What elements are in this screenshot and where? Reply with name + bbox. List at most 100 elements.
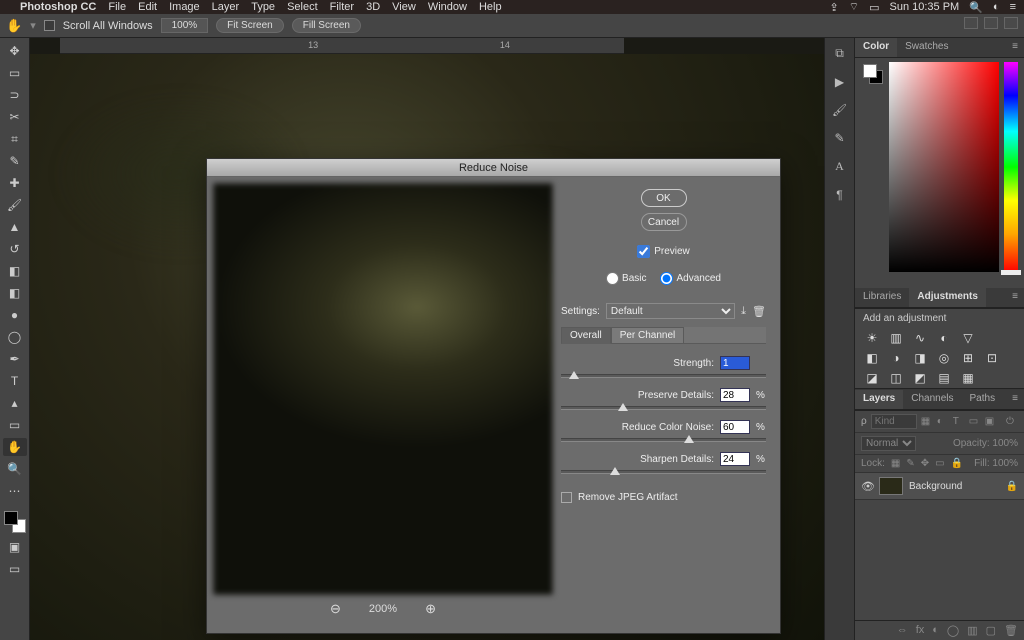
- paragraph-panel-icon[interactable]: ¶: [836, 188, 842, 202]
- blur-tool[interactable]: ●: [3, 306, 27, 324]
- workspace-icon-2[interactable]: [984, 17, 998, 29]
- wifi-icon[interactable]: ⌔: [849, 0, 859, 14]
- eraser-tool[interactable]: ◧: [3, 262, 27, 280]
- fit-screen-button[interactable]: Fit Screen: [216, 18, 284, 33]
- delete-preset-icon[interactable]: 🗑: [752, 305, 766, 318]
- filter-shape-icon[interactable]: ▭: [969, 416, 981, 427]
- adj-threshold-icon[interactable]: ◩: [913, 371, 927, 385]
- zoom-tool[interactable]: 🔍: [3, 460, 27, 478]
- lock-artboard-icon[interactable]: ▭: [935, 458, 944, 469]
- preview-checkbox-row[interactable]: Preview: [561, 245, 766, 258]
- strength-slider[interactable]: [561, 374, 766, 378]
- reduce-color-noise-field[interactable]: [720, 420, 750, 434]
- foreground-background-swatch[interactable]: [3, 510, 27, 534]
- sharpen-details-field[interactable]: [720, 452, 750, 466]
- remove-jpeg-checkbox[interactable]: [561, 492, 572, 503]
- brush-tool[interactable]: 🖌: [3, 196, 27, 214]
- blend-mode-select[interactable]: Normal: [861, 436, 916, 451]
- adj-invert-icon[interactable]: ◪: [865, 371, 879, 385]
- adj-hue-icon[interactable]: ◧: [865, 351, 879, 365]
- adj-vibrance-icon[interactable]: ▽: [961, 331, 975, 345]
- dropbox-icon[interactable]: ⇪: [830, 1, 839, 14]
- siri-icon[interactable]: ◐: [993, 1, 1000, 13]
- scroll-all-checkbox[interactable]: [44, 20, 55, 31]
- layer-filter-field[interactable]: [871, 414, 917, 429]
- menu-image[interactable]: Image: [169, 1, 200, 13]
- adj-curves-icon[interactable]: ∿: [913, 331, 927, 345]
- remove-jpeg-row[interactable]: Remove JPEG Artifact: [561, 492, 766, 503]
- menu-extra-icon[interactable]: ≡: [1010, 1, 1016, 13]
- pen-tool[interactable]: ✒: [3, 350, 27, 368]
- subtab-overall[interactable]: Overall: [561, 327, 611, 344]
- link-layers-icon[interactable]: ⇔: [897, 624, 908, 637]
- battery-icon[interactable]: ▭: [869, 1, 879, 14]
- adj-colorbal-icon[interactable]: ◑: [889, 351, 903, 365]
- menu-layer[interactable]: Layer: [212, 1, 240, 13]
- adjustments-panel-menu-icon[interactable]: ≡: [1006, 288, 1024, 307]
- menu-filter[interactable]: Filter: [330, 1, 354, 13]
- tab-swatches[interactable]: Swatches: [897, 38, 956, 57]
- menu-select[interactable]: Select: [287, 1, 318, 13]
- brush-panel-icon[interactable]: 🖌: [832, 103, 847, 117]
- actions-panel-icon[interactable]: ▶: [835, 75, 844, 89]
- ok-button[interactable]: OK: [641, 189, 687, 207]
- hand-tool[interactable]: ✋: [3, 438, 27, 456]
- preserve-details-slider[interactable]: [561, 406, 766, 410]
- layer-name[interactable]: Background: [909, 481, 962, 492]
- menu-3d[interactable]: 3D: [366, 1, 380, 13]
- new-group-icon[interactable]: ▥: [967, 624, 977, 637]
- menu-help[interactable]: Help: [479, 1, 502, 13]
- subtab-per-channel[interactable]: Per Channel: [611, 327, 685, 344]
- lasso-tool[interactable]: ⊃: [3, 86, 27, 104]
- new-fill-icon[interactable]: ◯: [947, 624, 959, 637]
- adj-levels-icon[interactable]: ▥: [889, 331, 903, 345]
- lock-trans-icon[interactable]: ▦: [891, 458, 900, 469]
- opacity-value[interactable]: 100%: [992, 438, 1018, 449]
- share-icon[interactable]: [1004, 17, 1018, 29]
- adj-posterize-icon[interactable]: ◫: [889, 371, 903, 385]
- tab-channels[interactable]: Channels: [903, 390, 961, 409]
- advanced-radio[interactable]: Advanced: [660, 272, 720, 285]
- clock[interactable]: Sun 10:35 PM: [890, 1, 960, 13]
- zoom-out-button[interactable]: ⊖: [330, 601, 341, 617]
- menu-edit[interactable]: Edit: [138, 1, 157, 13]
- sharpen-details-slider[interactable]: [561, 470, 766, 474]
- brush-settings-icon[interactable]: ✎: [834, 131, 844, 145]
- history-brush-tool[interactable]: ↺: [3, 240, 27, 258]
- eyedropper-tool[interactable]: ✎: [3, 152, 27, 170]
- adj-channel-mixer-icon[interactable]: ⊞: [961, 351, 975, 365]
- tab-paths[interactable]: Paths: [962, 390, 1004, 409]
- zoom-percent-field[interactable]: 100%: [161, 18, 209, 33]
- spotlight-icon[interactable]: 🔍: [969, 1, 983, 14]
- color-panel-menu-icon[interactable]: ≡: [1006, 38, 1024, 57]
- layers-panel-menu-icon[interactable]: ≡: [1006, 390, 1024, 409]
- quick-mask-toggle[interactable]: ▣: [3, 538, 27, 556]
- layer-thumbnail[interactable]: [879, 477, 903, 495]
- dialog-title[interactable]: Reduce Noise: [207, 159, 780, 177]
- adj-gradient-map-icon[interactable]: ▤: [937, 371, 951, 385]
- tab-adjustments[interactable]: Adjustments: [909, 288, 986, 307]
- filter-pixel-icon[interactable]: ▦: [921, 416, 933, 427]
- color-field[interactable]: [889, 62, 999, 272]
- lock-pos-icon[interactable]: ✥: [921, 458, 929, 469]
- path-select-tool[interactable]: ▴: [3, 394, 27, 412]
- move-tool[interactable]: ✥: [3, 42, 27, 60]
- layer-row-background[interactable]: 👁 Background 🔒: [855, 473, 1024, 500]
- hue-slider[interactable]: [1004, 62, 1018, 272]
- tab-layers[interactable]: Layers: [855, 390, 903, 409]
- menu-view[interactable]: View: [392, 1, 416, 13]
- stamp-tool[interactable]: ▲: [3, 218, 27, 236]
- reduce-color-noise-slider[interactable]: [561, 438, 766, 442]
- screen-mode-toggle[interactable]: ▭: [3, 560, 27, 578]
- filter-adjust-icon[interactable]: ◐: [937, 416, 949, 427]
- tab-color[interactable]: Color: [855, 38, 897, 57]
- character-panel-icon[interactable]: A: [835, 159, 844, 174]
- history-panel-icon[interactable]: ⧉: [835, 46, 844, 61]
- filter-smart-icon[interactable]: ▣: [985, 416, 997, 427]
- marquee-tool[interactable]: ▭: [3, 64, 27, 82]
- filter-type-icon[interactable]: T: [953, 416, 965, 427]
- cancel-button[interactable]: Cancel: [641, 213, 687, 231]
- adj-color-lookup-icon[interactable]: ⊡: [985, 351, 999, 365]
- settings-select[interactable]: Default: [606, 303, 735, 319]
- dodge-tool[interactable]: ◯: [3, 328, 27, 346]
